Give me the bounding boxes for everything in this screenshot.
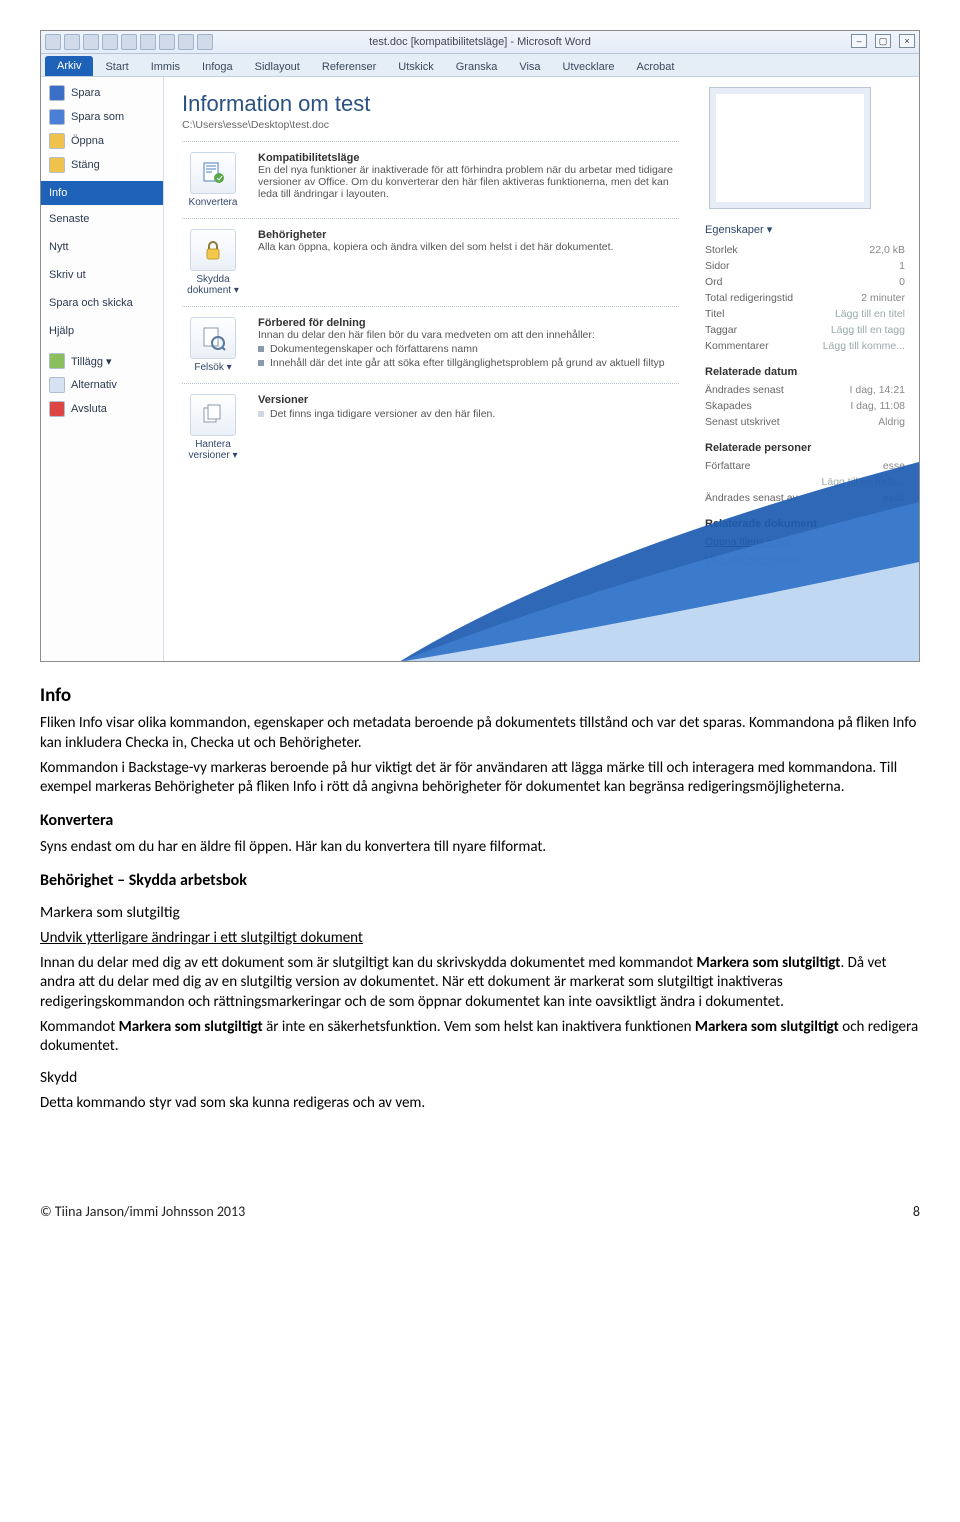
skydda-dokument-button[interactable]: Skydda dokument ▾ xyxy=(182,229,244,296)
add-title-field[interactable]: Lägg till en titel xyxy=(835,308,905,320)
behorigheter-body: Alla kan öppna, kopiera och ändra vilken… xyxy=(258,241,613,253)
para-konvertera: Syns endast om du har en äldre fil öppen… xyxy=(40,838,920,857)
save-as-icon xyxy=(49,109,65,125)
versions-icon xyxy=(200,402,226,428)
close-button[interactable]: × xyxy=(899,34,915,48)
hantera-versioner-button[interactable]: Hantera versioner ▾ xyxy=(182,394,244,461)
titlebar: test.doc [kompatibilitetsläge] - Microso… xyxy=(41,31,919,54)
check-issues-icon xyxy=(200,325,226,351)
sidebar-spara-och-skicka[interactable]: Spara och skicka xyxy=(41,293,163,313)
close-doc-icon xyxy=(49,157,65,173)
kompat-body: En del nya funktioner är inaktiverade fö… xyxy=(258,164,673,200)
heading-info: Info xyxy=(40,684,920,708)
behorigheter-title: Behörigheter xyxy=(258,229,326,241)
footer-copyright: © Tiina Janson/immi Johnsson 2013 xyxy=(40,1203,245,1220)
heading-markera-slutgiltig: Markera som slutgiltig xyxy=(40,903,920,923)
addin-icon xyxy=(49,353,65,369)
konvertera-button[interactable]: Konvertera xyxy=(182,152,244,208)
felsok-button[interactable]: Felsök ▾ xyxy=(182,317,244,373)
sidebar-tillagg[interactable]: Tillägg ▾ xyxy=(41,349,163,373)
kompat-title: Kompatibilitetsläge xyxy=(258,152,359,164)
backstage-sidebar: Spara Spara som Öppna Stäng Info Senaste… xyxy=(41,77,164,662)
add-tags-field[interactable]: Lägg till en tagg xyxy=(831,324,905,336)
para-slutgiltig-1: Innan du delar med dig av ett dokument s… xyxy=(40,954,920,1012)
para-undvik: Undvik ytterligare ändringar i ett slutg… xyxy=(40,929,920,948)
options-icon xyxy=(49,377,65,393)
info-heading: Information om test xyxy=(182,91,679,117)
tab-acrobat[interactable]: Acrobat xyxy=(627,58,685,76)
heading-behorighet: Behörighet – Skydda arbetsbok xyxy=(40,871,920,891)
sidebar-alternativ[interactable]: Alternativ xyxy=(41,373,163,397)
heading-skydd: Skydd xyxy=(40,1068,920,1088)
tab-referenser[interactable]: Referenser xyxy=(312,58,386,76)
tab-utskick[interactable]: Utskick xyxy=(388,58,443,76)
add-author-field[interactable]: Lägg till en förfa... xyxy=(822,476,905,488)
sidebar-avsluta[interactable]: Avsluta xyxy=(41,397,163,421)
footer-page-number: 8 xyxy=(913,1203,920,1220)
sidebar-senaste[interactable]: Senaste xyxy=(41,209,163,229)
show-all-properties-link[interactable]: Visa alla egenskaper xyxy=(705,554,905,566)
tab-immis[interactable]: Immis xyxy=(141,58,190,76)
tab-visa[interactable]: Visa xyxy=(509,58,550,76)
document-body: Info Fliken Info visar olika kommandon, … xyxy=(40,684,920,1113)
save-icon xyxy=(49,85,65,101)
para-slutgiltig-2: Kommandot Markera som slutgiltigt är int… xyxy=(40,1018,920,1056)
sidebar-oppna[interactable]: Öppna xyxy=(41,129,163,153)
sidebar-spara[interactable]: Spara xyxy=(41,81,163,105)
forbered-title: Förbered för delning xyxy=(258,317,366,329)
window-title: test.doc [kompatibilitetsläge] - Microso… xyxy=(41,36,919,48)
sidebar-stang[interactable]: Stäng xyxy=(41,153,163,177)
sidebar-spara-som[interactable]: Spara som xyxy=(41,105,163,129)
tab-infoga[interactable]: Infoga xyxy=(192,58,243,76)
info-main-pane: Information om test C:\Users\esse\Deskto… xyxy=(164,77,697,662)
open-icon xyxy=(49,133,65,149)
egenskaper-dropdown[interactable]: Egenskaper ▾ xyxy=(705,223,905,236)
document-preview xyxy=(709,87,871,209)
minimize-button[interactable]: – xyxy=(851,34,867,48)
convert-icon xyxy=(200,160,226,186)
open-file-location-link[interactable]: Öppna filens mapp xyxy=(705,536,905,548)
document-path: C:\Users\esse\Desktop\test.doc xyxy=(182,119,679,131)
protect-icon xyxy=(200,237,226,263)
para-info-1: Fliken Info visar olika kommandon, egens… xyxy=(40,714,920,752)
ribbon-tabs: Arkiv Start Immis Infoga Sidlayout Refer… xyxy=(41,54,919,77)
para-skydd: Detta kommando styr vad som ska kunna re… xyxy=(40,1094,920,1113)
versioner-title: Versioner xyxy=(258,394,308,406)
para-info-2: Kommandon i Backstage-vy markeras beroen… xyxy=(40,759,920,797)
tab-granska[interactable]: Granska xyxy=(446,58,508,76)
heading-konvertera: Konvertera xyxy=(40,811,920,831)
word-backstage-screenshot: test.doc [kompatibilitetsläge] - Microso… xyxy=(40,30,920,662)
sidebar-info[interactable]: Info xyxy=(41,181,163,205)
sidebar-nytt[interactable]: Nytt xyxy=(41,237,163,257)
tab-start[interactable]: Start xyxy=(95,58,138,76)
exit-icon xyxy=(49,401,65,417)
sidebar-skriv-ut[interactable]: Skriv ut xyxy=(41,265,163,285)
properties-pane: Egenskaper ▾ Storlek22,0 kB Sidor1 Ord0 … xyxy=(697,77,919,662)
maximize-button[interactable]: ▢ xyxy=(875,34,891,48)
tab-utvecklare[interactable]: Utvecklare xyxy=(553,58,625,76)
add-comments-field[interactable]: Lägg till komme... xyxy=(823,340,905,352)
tab-arkiv[interactable]: Arkiv xyxy=(45,56,93,76)
tab-sidlayout[interactable]: Sidlayout xyxy=(245,58,310,76)
forbered-intro: Innan du delar den här filen bör du vara… xyxy=(258,329,595,341)
sidebar-hjalp[interactable]: Hjälp xyxy=(41,321,163,341)
page-footer: © Tiina Janson/immi Johnsson 2013 8 xyxy=(40,1203,920,1220)
